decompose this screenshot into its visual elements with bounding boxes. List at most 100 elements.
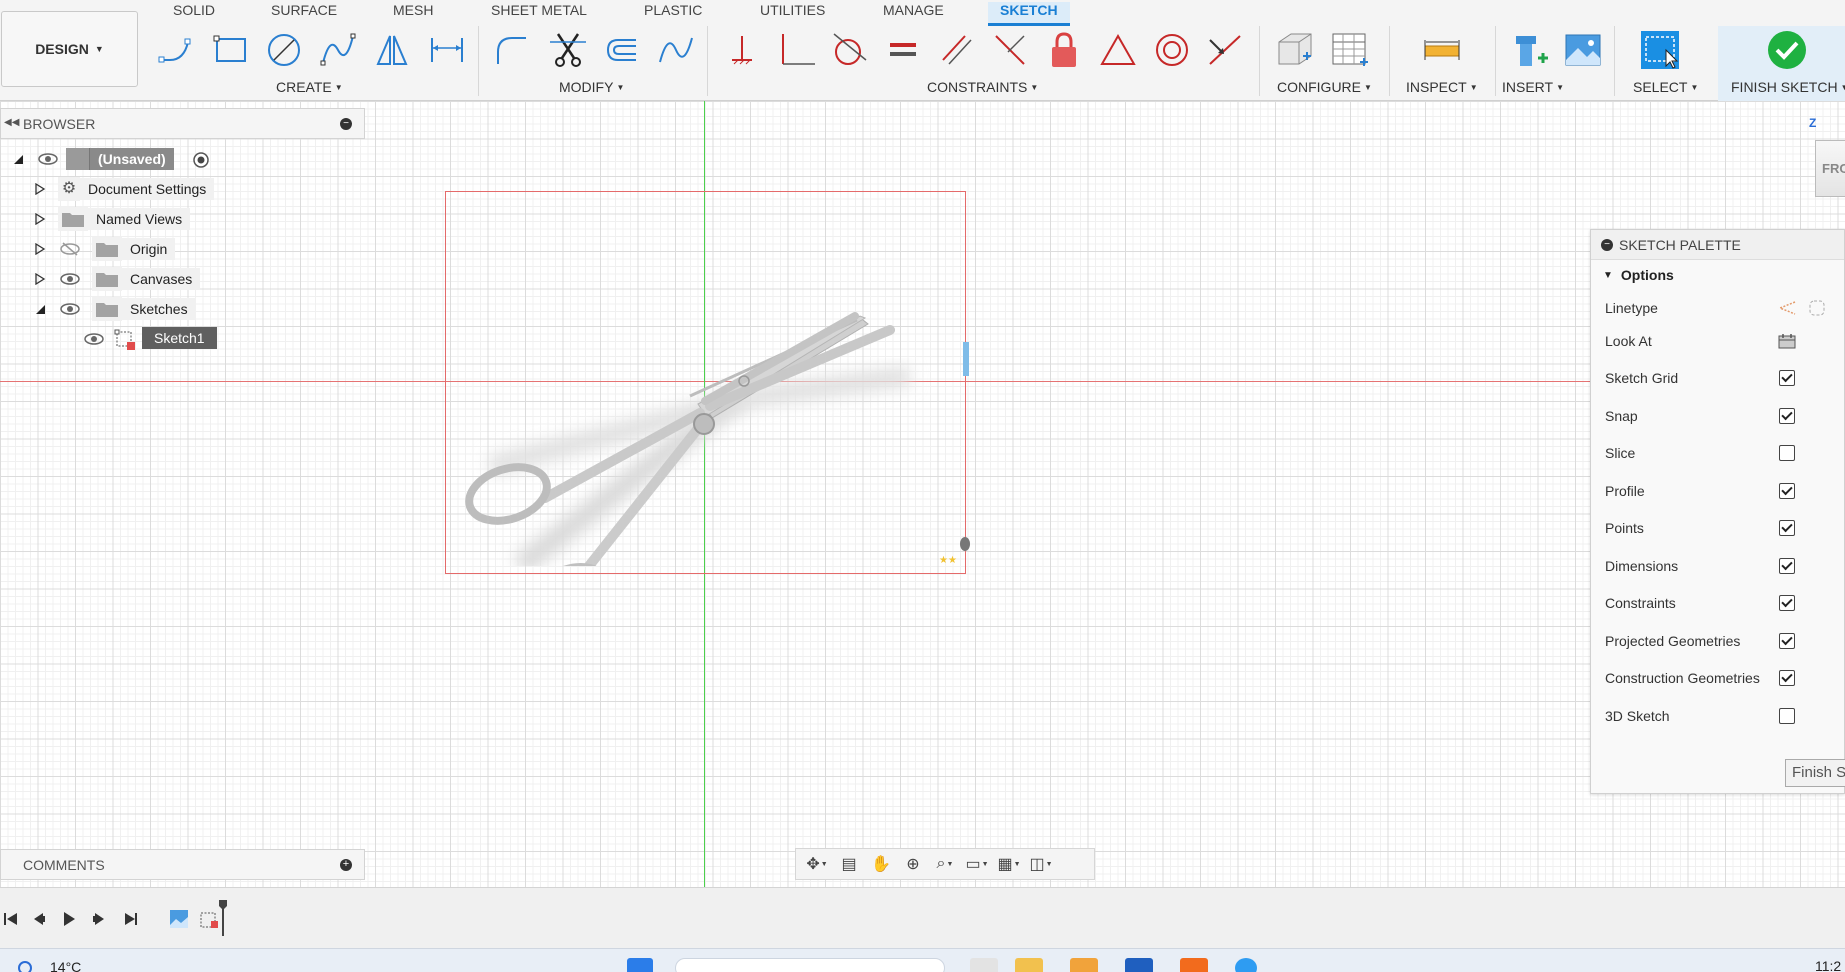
- sketch-palette-header[interactable]: − SKETCH PALETTE: [1591, 230, 1844, 260]
- concentric-constraint-icon[interactable]: [1150, 28, 1194, 72]
- orbit-icon[interactable]: ✥ ▼: [802, 851, 832, 877]
- construction-geometries-checkbox[interactable]: [1779, 670, 1795, 686]
- eye-icon[interactable]: [60, 271, 80, 287]
- viewports-icon[interactable]: ◫ ▼: [1026, 851, 1056, 877]
- options-section-header[interactable]: ▼ Options: [1591, 260, 1844, 290]
- insert-canvas-image-icon[interactable]: [1561, 28, 1605, 72]
- eye-hidden-icon[interactable]: [60, 241, 80, 257]
- look-at-icon[interactable]: [1777, 331, 1797, 351]
- design-workspace-button[interactable]: DESIGN ▼: [1, 11, 138, 87]
- parallel-constraint-icon[interactable]: [935, 28, 979, 72]
- tab-utilities[interactable]: UTILITIES: [760, 2, 825, 22]
- tab-mesh[interactable]: MESH: [393, 2, 433, 22]
- dimension-tool-icon[interactable]: [425, 28, 469, 72]
- taskbar-store-icon[interactable]: [1125, 958, 1153, 972]
- tab-manage[interactable]: MANAGE: [883, 2, 944, 22]
- expand-triangle-icon[interactable]: [34, 183, 46, 195]
- collapse-triangle-icon[interactable]: [12, 153, 24, 165]
- modify-menu[interactable]: MODIFY ▼: [559, 79, 624, 95]
- eye-icon[interactable]: [38, 151, 58, 167]
- perpendicular-constraint-icon[interactable]: [775, 28, 819, 72]
- profile-checkbox[interactable]: [1779, 483, 1795, 499]
- timeline-start-icon[interactable]: [0, 908, 22, 930]
- tab-sheet-metal[interactable]: SHEET METAL: [491, 2, 587, 22]
- active-radio-icon[interactable]: [192, 151, 210, 169]
- insert-component-icon[interactable]: [1508, 28, 1552, 72]
- fillet-tool-icon[interactable]: [490, 28, 534, 72]
- timeline-sketch-feature-icon[interactable]: [198, 908, 220, 930]
- dimensions-checkbox[interactable]: [1779, 558, 1795, 574]
- constraints-menu[interactable]: CONSTRAINTS ▼: [927, 79, 1038, 95]
- circle-tool-icon[interactable]: [262, 28, 306, 72]
- timeline-next-icon[interactable]: [88, 908, 110, 930]
- browser-minimize-icon[interactable]: −: [340, 118, 352, 130]
- measure-ruler-icon[interactable]: [1420, 28, 1464, 72]
- line-tool-icon[interactable]: [154, 28, 198, 72]
- tab-surface[interactable]: SURFACE: [271, 2, 337, 22]
- sketch-canvas[interactable]: ★★: [0, 101, 1845, 887]
- finish-sketch-button[interactable]: FINISH SKETCH ▼: [1731, 79, 1845, 95]
- tangent-constraint-icon[interactable]: [826, 28, 870, 72]
- fusion-app-icon[interactable]: [1180, 958, 1208, 972]
- create-menu[interactable]: CREATE ▼: [276, 79, 343, 95]
- slice-checkbox[interactable]: [1779, 445, 1795, 461]
- taskbar-widget-icon[interactable]: [970, 958, 998, 972]
- timeline-play-icon[interactable]: [58, 908, 80, 930]
- configure-table-icon[interactable]: [1328, 28, 1372, 72]
- select-menu[interactable]: SELECT ▼: [1633, 79, 1698, 95]
- fix-constraint-icon[interactable]: [720, 28, 764, 72]
- 3d-sketch-checkbox[interactable]: [1779, 708, 1795, 724]
- taskbar-app-icon[interactable]: [1070, 958, 1098, 972]
- tab-plastic[interactable]: PLASTIC: [644, 2, 702, 22]
- equal-constraint-icon[interactable]: [881, 28, 925, 72]
- sketch-curve-icon[interactable]: [654, 28, 698, 72]
- timeline-marker-handle[interactable]: [219, 900, 227, 936]
- browser-collapse-icon[interactable]: ◀◀: [4, 117, 19, 128]
- viewcube[interactable]: FRO: [1815, 140, 1845, 197]
- grid-settings-icon[interactable]: ▦ ▼: [994, 851, 1024, 877]
- file-explorer-icon[interactable]: [1015, 958, 1043, 972]
- sketch-grid-checkbox[interactable]: [1779, 370, 1795, 386]
- insert-menu[interactable]: INSERT ▼: [1502, 79, 1564, 95]
- rectangle-tool-icon[interactable]: [209, 28, 253, 72]
- constraints-checkbox[interactable]: [1779, 595, 1795, 611]
- pan-hand-icon[interactable]: ✋: [866, 851, 896, 877]
- expand-triangle-icon[interactable]: [34, 213, 46, 225]
- configure-menu[interactable]: CONFIGURE ▼: [1277, 79, 1372, 95]
- snap-checkbox[interactable]: [1779, 408, 1795, 424]
- finish-sketch-check-icon[interactable]: [1765, 28, 1809, 72]
- taskbar-browser-icon[interactable]: [1235, 958, 1257, 972]
- tab-solid[interactable]: SOLID: [173, 2, 215, 22]
- tab-sketch[interactable]: SKETCH: [988, 2, 1070, 26]
- points-checkbox[interactable]: [1779, 520, 1795, 536]
- timeline-end-icon[interactable]: [120, 908, 142, 930]
- comments-panel-header[interactable]: COMMENTS +: [0, 849, 365, 880]
- timeline-canvas-feature-icon[interactable]: [168, 908, 190, 930]
- trim-scissors-icon[interactable]: [546, 28, 590, 72]
- midpoint-constraint-icon[interactable]: [1202, 28, 1246, 72]
- timeline-previous-icon[interactable]: [28, 908, 50, 930]
- construction-linetype-icon[interactable]: [1777, 298, 1797, 318]
- browser-panel-header[interactable]: ◀◀ BROWSER −: [0, 108, 365, 139]
- section-collapse-icon[interactable]: ▼: [1603, 270, 1613, 281]
- expand-triangle-icon[interactable]: [34, 243, 46, 255]
- inspect-menu[interactable]: INSPECT ▼: [1406, 79, 1478, 95]
- canvas-resize-handle[interactable]: [963, 342, 969, 376]
- lock-constraint-icon[interactable]: [1042, 28, 1086, 72]
- select-window-icon[interactable]: [1638, 28, 1682, 72]
- configure-cube-icon[interactable]: [1273, 28, 1317, 72]
- zoom-icon[interactable]: ⊕: [898, 851, 928, 877]
- collapse-triangle-icon[interactable]: [34, 303, 46, 315]
- centerline-linetype-icon[interactable]: [1807, 298, 1827, 318]
- weather-icon[interactable]: [18, 961, 32, 972]
- display-settings-icon[interactable]: ▭ ▼: [962, 851, 992, 877]
- palette-minimize-icon[interactable]: −: [1601, 238, 1613, 251]
- symmetry-constraint-icon[interactable]: [988, 28, 1032, 72]
- projected-geometries-checkbox[interactable]: [1779, 633, 1795, 649]
- windows-start-icon[interactable]: [627, 958, 653, 972]
- add-comment-icon[interactable]: +: [340, 859, 352, 871]
- offset-tool-icon[interactable]: [600, 28, 644, 72]
- eye-icon[interactable]: [84, 331, 104, 347]
- zoom-window-icon[interactable]: ⌕ ▼: [930, 851, 960, 877]
- spline-tool-icon[interactable]: [316, 28, 360, 72]
